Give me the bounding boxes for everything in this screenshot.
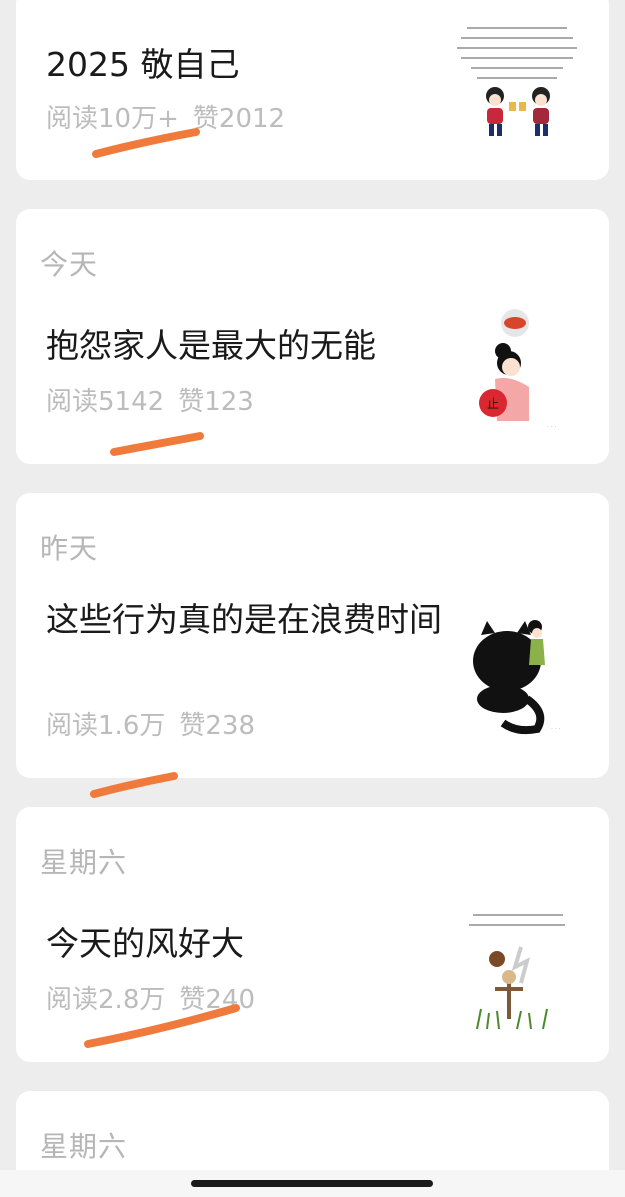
cartoon-girl-fan-icon: 止 · · · xyxy=(447,301,587,441)
article-stats: 阅读5142 赞123 xyxy=(46,381,254,418)
reads-count: 2.8万 xyxy=(98,985,166,1015)
article-stats: 阅读2.8万 赞240 xyxy=(46,979,255,1016)
article-date: 星期六 xyxy=(40,1130,128,1163)
article-stats: 阅读1.6万 赞238 xyxy=(46,705,255,742)
reads-label: 阅读 xyxy=(46,985,99,1015)
article-date: 星期六 xyxy=(40,846,128,879)
svg-text:· · ·: · · · xyxy=(547,424,557,431)
reads-count: 1.6万 xyxy=(98,711,166,741)
reads-count: 10万+ xyxy=(98,104,179,134)
svg-text:· · ·: · · · xyxy=(551,726,561,733)
article-card[interactable]: 昨天 这些行为真的是在浪费时间 阅读1.6万 赞238 · · · xyxy=(16,493,609,778)
reads-label: 阅读 xyxy=(46,104,99,134)
reads-label: 阅读 xyxy=(46,387,99,417)
likes-count: 123 xyxy=(204,387,254,417)
home-indicator[interactable] xyxy=(191,1180,433,1187)
article-card[interactable]: 2025 敬自己 阅读10万+ 赞2012 xyxy=(16,0,609,180)
likes-count: 240 xyxy=(205,985,256,1015)
article-date: 昨天 xyxy=(40,532,99,565)
article-stats: 阅读10万+ 赞2012 xyxy=(46,98,285,135)
likes-label: 赞 xyxy=(179,711,206,741)
svg-text:止: 止 xyxy=(487,397,499,411)
article-list-page: 2025 敬自己 阅读10万+ 赞2012 今天 抱怨家人是最大的无能 阅读51… xyxy=(0,0,625,1197)
reads-label: 阅读 xyxy=(46,711,99,741)
likes-count: 238 xyxy=(205,711,256,741)
article-date: 今天 xyxy=(40,248,99,281)
reads-count: 5142 xyxy=(98,387,165,417)
article-card[interactable]: 今天 抱怨家人是最大的无能 阅读5142 赞123 止 · · · xyxy=(16,209,609,464)
article-title: 2025 敬自己 xyxy=(46,45,240,84)
article-card[interactable]: 星期六 今天的风好大 阅读2.8万 赞240 xyxy=(16,807,609,1062)
article-title: 今天的风好大 xyxy=(46,924,244,963)
cartoon-toast-icon xyxy=(447,16,587,156)
cartoon-black-cat-icon: · · · xyxy=(447,603,587,743)
article-title: 抱怨家人是最大的无能 xyxy=(46,326,376,365)
cartoon-scarecrow-icon xyxy=(447,899,587,1039)
likes-label: 赞 xyxy=(178,387,205,417)
likes-label: 赞 xyxy=(192,104,219,134)
article-title: 这些行为真的是在浪费时间 xyxy=(46,600,442,639)
likes-label: 赞 xyxy=(179,985,206,1015)
likes-count: 2012 xyxy=(218,104,286,134)
